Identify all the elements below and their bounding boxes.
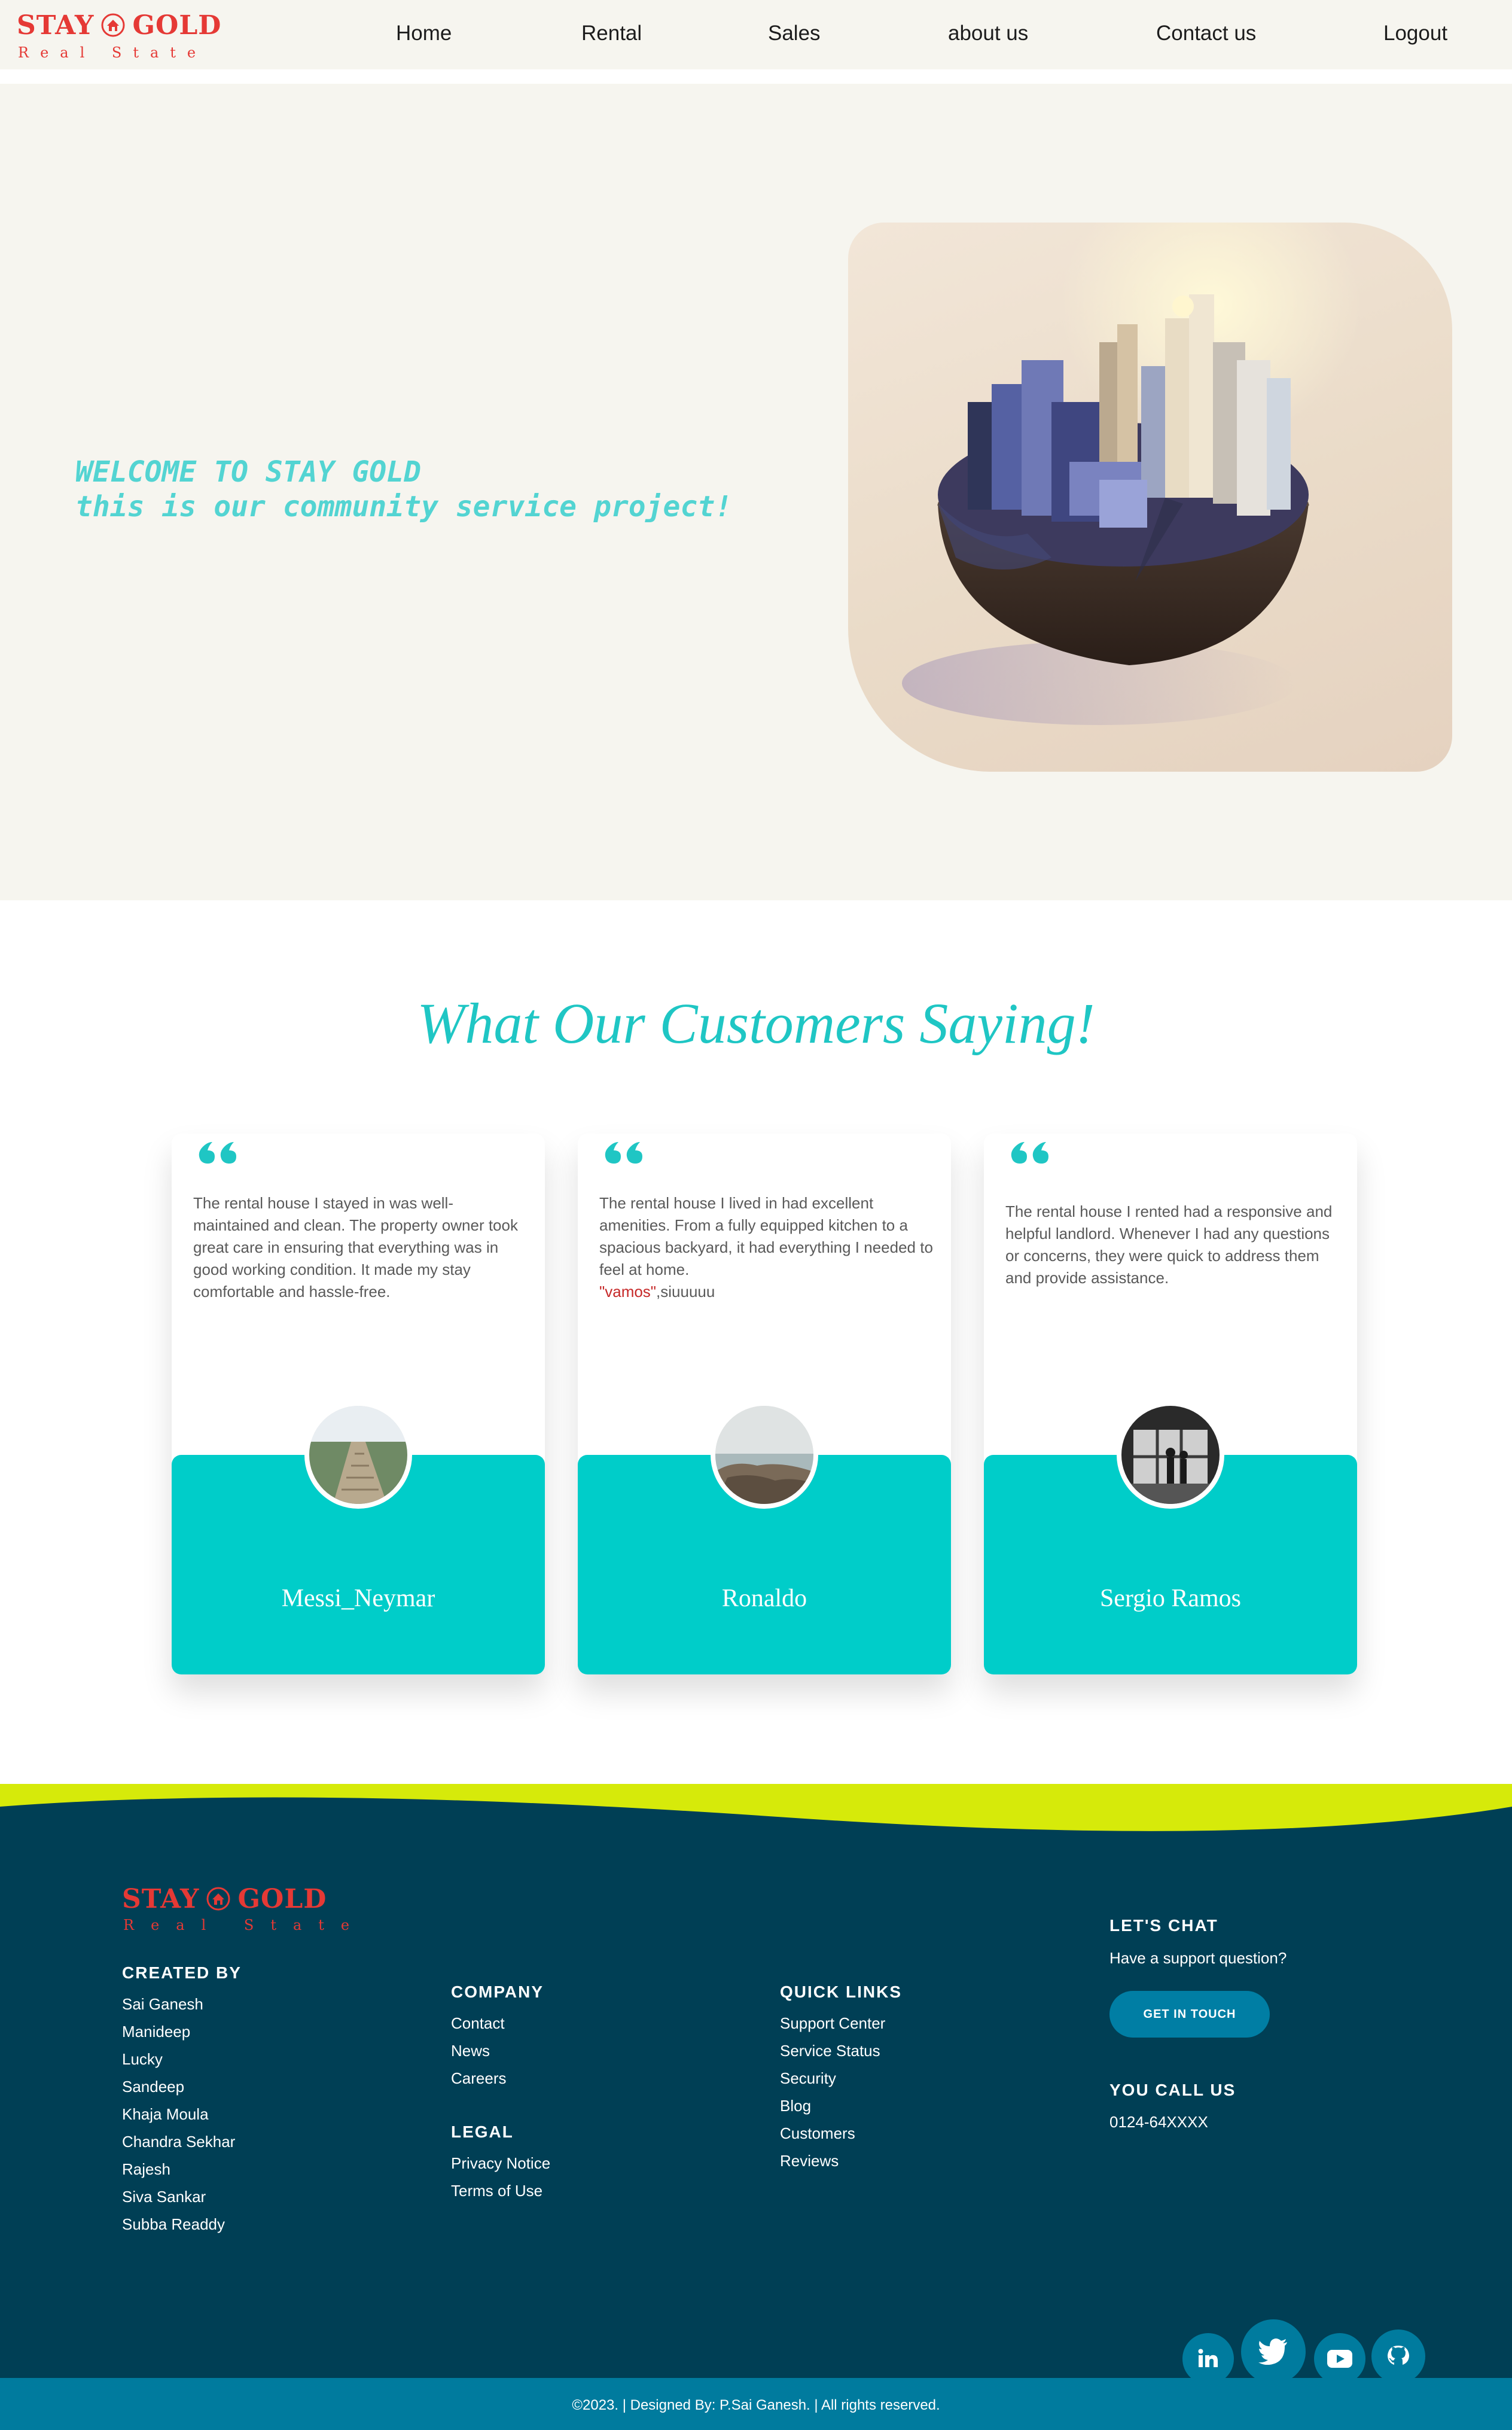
footer-wave bbox=[0, 1784, 1512, 1831]
nav-home[interactable]: Home bbox=[396, 22, 452, 45]
testimonials-title: What Our Customers Saying! bbox=[417, 991, 1095, 1055]
created-by-heading: CREATED BY bbox=[122, 1963, 242, 1982]
twitter-button[interactable] bbox=[1241, 2319, 1306, 2384]
youtube-icon bbox=[1327, 2350, 1352, 2368]
brand-name-left: STAY bbox=[17, 10, 94, 41]
nav-about-us[interactable]: about us bbox=[948, 22, 1028, 45]
list-item: Subba Readdy bbox=[122, 2215, 225, 2233]
phone-number: 0124-64XXXX bbox=[1109, 2113, 1208, 2131]
hero-heading: WELCOME TO STAY GOLD this is our communi… bbox=[75, 455, 732, 524]
twitter-icon bbox=[1258, 2338, 1287, 2365]
brand-logo[interactable]: STAY GOLD Real State bbox=[17, 10, 221, 62]
footer-link-reviews[interactable]: Reviews bbox=[780, 2147, 885, 2175]
customer-name: Sergio Ramos bbox=[1099, 1585, 1242, 1612]
hero-line-2: this is our community service project! bbox=[75, 490, 733, 523]
footer-link-support-center[interactable]: Support Center bbox=[780, 2009, 885, 2037]
footer-link-privacy-notice[interactable]: Privacy Notice bbox=[451, 2149, 550, 2177]
testimonial-card: The rental house I lived in had excellen… bbox=[578, 1134, 951, 1674]
brand-tagline: Real State bbox=[123, 1917, 367, 1933]
support-question-text: Have a support question? bbox=[1109, 1949, 1287, 1967]
testimonial-highlight: "vamos" bbox=[599, 1283, 657, 1301]
list-item: Lucky bbox=[122, 2050, 163, 2068]
copyright-bar: ©2023. | Designed By: P.Sai Ganesh. | Al… bbox=[0, 2378, 1512, 2430]
brand-name: STAY GOLD bbox=[17, 10, 221, 41]
github-button[interactable] bbox=[1371, 2329, 1425, 2383]
testimonial-card: The rental house I stayed in was well-ma… bbox=[172, 1134, 545, 1674]
customer-name: Messi_Neymar bbox=[281, 1585, 435, 1612]
quick-links-heading: QUICK LINKS bbox=[780, 1983, 902, 2001]
list-item: Sai Ganesh bbox=[122, 1995, 203, 2013]
hero-line-1: WELCOME TO STAY GOLD bbox=[75, 455, 421, 489]
testimonial-text: The rental house I rented had a responsi… bbox=[1005, 1201, 1340, 1289]
company-links: Contact News Careers bbox=[451, 2009, 506, 2092]
created-by-list: Sai Ganesh Manideep Lucky Sandeep Khaja … bbox=[122, 1990, 235, 2238]
avatar bbox=[711, 1401, 818, 1509]
testimonial-body: The rental house I lived in had excellen… bbox=[599, 1194, 933, 1278]
footer-link-contact[interactable]: Contact bbox=[451, 2009, 506, 2037]
get-in-touch-button[interactable]: GET IN TOUCH bbox=[1109, 1991, 1270, 2038]
brand-name-right: GOLD bbox=[237, 1883, 327, 1914]
footer-link-terms-of-use[interactable]: Terms of Use bbox=[451, 2177, 550, 2204]
github-icon bbox=[1388, 2346, 1409, 2365]
footer-link-news[interactable]: News bbox=[451, 2037, 506, 2064]
navbar: STAY GOLD Real State Home Rental Sales a… bbox=[0, 0, 1512, 69]
youtube-button[interactable] bbox=[1314, 2333, 1365, 2385]
brand-tagline: Real State bbox=[18, 44, 208, 61]
list-item: Sandeep bbox=[122, 2078, 185, 2096]
testimonial-text: The rental house I lived in had excellen… bbox=[599, 1192, 934, 1303]
nav-rental[interactable]: Rental bbox=[581, 22, 642, 45]
brand-name: STAY GOLD bbox=[122, 1883, 366, 1914]
footer-link-service-status[interactable]: Service Status bbox=[780, 2037, 885, 2064]
list-item: Khaja Moula bbox=[122, 2105, 209, 2123]
legal-links: Privacy Notice Terms of Use bbox=[451, 2149, 550, 2204]
legal-heading: LEGAL bbox=[451, 2123, 514, 2141]
copyright-text: ©2023. | Designed By: P.Sai Ganesh. | Al… bbox=[572, 2397, 940, 2413]
testimonial-body: The rental house I rented had a responsi… bbox=[1005, 1202, 1333, 1287]
city-globe-image bbox=[848, 223, 1452, 772]
linkedin-icon bbox=[1198, 2349, 1218, 2367]
lets-chat-heading: LET'S CHAT bbox=[1109, 1916, 1218, 1935]
quote-icon bbox=[199, 1142, 236, 1164]
hero-section: WELCOME TO STAY GOLD this is our communi… bbox=[0, 84, 1512, 900]
brand-name-right: GOLD bbox=[132, 10, 222, 41]
list-item: Chandra Sekhar bbox=[122, 2133, 236, 2151]
footer-link-blog[interactable]: Blog bbox=[780, 2092, 885, 2120]
quick-links: Support Center Service Status Security B… bbox=[780, 2009, 885, 2175]
house-icon bbox=[101, 13, 125, 37]
testimonial-suffix: ,siuuuuu bbox=[656, 1283, 715, 1301]
nav-contact-us[interactable]: Contact us bbox=[1156, 22, 1256, 45]
footer-link-customers[interactable]: Customers bbox=[780, 2120, 885, 2147]
footer: STAY GOLD Real State CREATED BY Sai Gane… bbox=[0, 1784, 1512, 2430]
footer-link-security[interactable]: Security bbox=[780, 2064, 885, 2092]
you-call-us-heading: YOU CALL US bbox=[1109, 2081, 1236, 2099]
testimonial-body: The rental house I stayed in was well-ma… bbox=[193, 1194, 518, 1301]
house-icon bbox=[206, 1887, 230, 1911]
company-heading: COMPANY bbox=[451, 1983, 544, 2001]
list-item: Manideep bbox=[122, 2023, 191, 2041]
avatar bbox=[1117, 1401, 1224, 1509]
quote-icon bbox=[605, 1142, 642, 1164]
testimonial-card: The rental house I rented had a responsi… bbox=[984, 1134, 1357, 1674]
footer-link-careers[interactable]: Careers bbox=[451, 2064, 506, 2092]
nav-logout[interactable]: Logout bbox=[1383, 22, 1447, 45]
brand-name-left: STAY bbox=[122, 1883, 200, 1914]
avatar bbox=[304, 1401, 412, 1509]
testimonial-text: The rental house I stayed in was well-ma… bbox=[193, 1192, 528, 1303]
linkedin-button[interactable] bbox=[1182, 2333, 1234, 2385]
nav-sales[interactable]: Sales bbox=[768, 22, 821, 45]
list-item: Rajesh bbox=[122, 2160, 170, 2178]
customer-name: Ronaldo bbox=[721, 1585, 807, 1612]
quote-icon bbox=[1011, 1142, 1048, 1164]
footer-brand-logo[interactable]: STAY GOLD Real State bbox=[122, 1883, 367, 1934]
list-item: Siva Sankar bbox=[122, 2188, 206, 2206]
